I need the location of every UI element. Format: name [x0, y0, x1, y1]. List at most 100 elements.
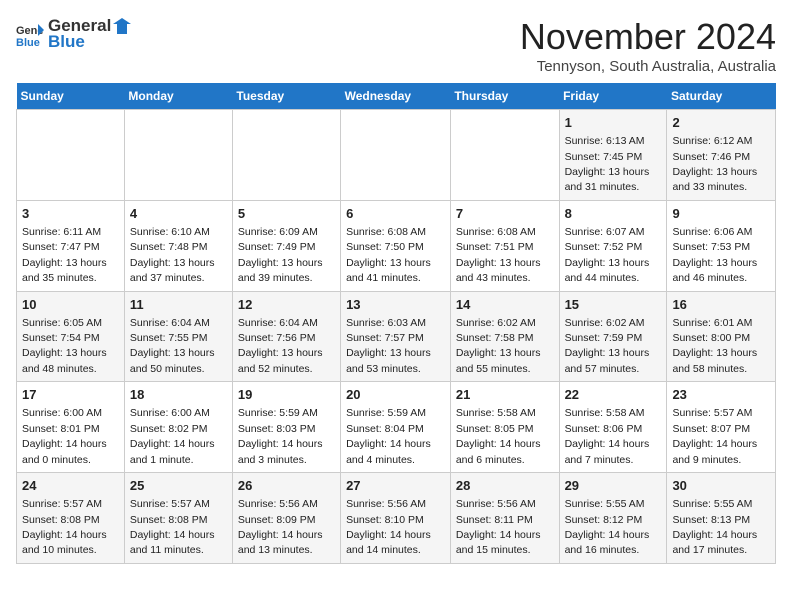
day-cell: 24 Sunrise: 5:57 AM Sunset: 8:08 PM Dayli…	[17, 473, 125, 564]
day-cell	[232, 110, 340, 201]
day-info: Sunrise: 6:07 AM Sunset: 7:52 PM Dayligh…	[565, 226, 650, 284]
day-info: Sunrise: 6:02 AM Sunset: 7:58 PM Dayligh…	[456, 317, 541, 375]
day-info: Sunrise: 6:06 AM Sunset: 7:53 PM Dayligh…	[672, 226, 757, 284]
day-cell: 8 Sunrise: 6:07 AM Sunset: 7:52 PM Daylig…	[559, 200, 667, 291]
logo-bird-icon	[113, 16, 131, 36]
day-number: 5	[238, 205, 335, 223]
day-info: Sunrise: 6:02 AM Sunset: 7:59 PM Dayligh…	[565, 317, 650, 375]
day-cell: 22 Sunrise: 5:58 AM Sunset: 8:06 PM Dayli…	[559, 382, 667, 473]
svg-text:Blue: Blue	[16, 37, 40, 48]
day-info: Sunrise: 5:58 AM Sunset: 8:06 PM Dayligh…	[565, 407, 650, 465]
week-row-1: 1 Sunrise: 6:13 AM Sunset: 7:45 PM Daylig…	[17, 110, 776, 201]
day-number: 6	[346, 205, 445, 223]
day-number: 15	[565, 296, 662, 314]
day-number: 28	[456, 477, 554, 495]
day-info: Sunrise: 6:00 AM Sunset: 8:02 PM Dayligh…	[130, 407, 215, 465]
week-row-3: 10 Sunrise: 6:05 AM Sunset: 7:54 PM Dayli…	[17, 291, 776, 382]
day-number: 2	[672, 114, 770, 132]
day-info: Sunrise: 5:57 AM Sunset: 8:07 PM Dayligh…	[672, 407, 757, 465]
weekday-header-sunday: Sunday	[17, 83, 125, 110]
day-number: 30	[672, 477, 770, 495]
day-number: 4	[130, 205, 227, 223]
day-cell	[124, 110, 232, 201]
day-cell: 4Sunrise: 6:10 AM Sunset: 7:48 PM Daylig…	[124, 200, 232, 291]
day-number: 13	[346, 296, 445, 314]
day-cell: 18 Sunrise: 6:00 AM Sunset: 8:02 PM Dayli…	[124, 382, 232, 473]
day-number: 21	[456, 386, 554, 404]
day-number: 7	[456, 205, 554, 223]
week-row-2: 3 Sunrise: 6:11 AM Sunset: 7:47 PM Daylig…	[17, 200, 776, 291]
day-number: 19	[238, 386, 335, 404]
day-cell: 30 Sunrise: 5:55 AM Sunset: 8:13 PM Dayli…	[667, 473, 776, 564]
day-info: Sunrise: 5:55 AM Sunset: 8:13 PM Dayligh…	[672, 498, 757, 556]
day-cell: 29 Sunrise: 5:55 AM Sunset: 8:12 PM Dayli…	[559, 473, 667, 564]
day-number: 16	[672, 296, 770, 314]
day-cell: 10 Sunrise: 6:05 AM Sunset: 7:54 PM Dayli…	[17, 291, 125, 382]
day-info: Sunrise: 5:55 AM Sunset: 8:12 PM Dayligh…	[565, 498, 650, 556]
day-cell: 27 Sunrise: 5:56 AM Sunset: 8:10 PM Dayli…	[341, 473, 451, 564]
weekday-header-row: SundayMondayTuesdayWednesdayThursdayFrid…	[17, 83, 776, 110]
day-cell: 7 Sunrise: 6:08 AM Sunset: 7:51 PM Daylig…	[450, 200, 559, 291]
day-info: Sunrise: 6:12 AM Sunset: 7:46 PM Dayligh…	[672, 135, 757, 193]
day-number: 18	[130, 386, 227, 404]
day-number: 14	[456, 296, 554, 314]
page-header: General Blue General Blue November 2024 …	[16, 16, 776, 75]
day-info: Sunrise: 6:04 AM Sunset: 7:56 PM Dayligh…	[238, 317, 323, 375]
month-title: November 2024	[520, 16, 776, 58]
week-row-4: 17 Sunrise: 6:00 AM Sunset: 8:01 PM Dayli…	[17, 382, 776, 473]
day-info: Sunrise: 6:09 AM Sunset: 7:49 PM Dayligh…	[238, 226, 323, 284]
day-number: 27	[346, 477, 445, 495]
day-number: 17	[22, 386, 119, 404]
day-number: 29	[565, 477, 662, 495]
weekday-header-thursday: Thursday	[450, 83, 559, 110]
weekday-header-tuesday: Tuesday	[232, 83, 340, 110]
day-info: Sunrise: 6:00 AM Sunset: 8:01 PM Dayligh…	[22, 407, 107, 465]
location: Tennyson, South Australia, Australia	[520, 58, 776, 75]
day-info: Sunrise: 6:13 AM Sunset: 7:45 PM Dayligh…	[565, 135, 650, 193]
day-cell: 13 Sunrise: 6:03 AM Sunset: 7:57 PM Dayli…	[341, 291, 451, 382]
day-cell: 3 Sunrise: 6:11 AM Sunset: 7:47 PM Daylig…	[17, 200, 125, 291]
day-cell	[450, 110, 559, 201]
weekday-header-wednesday: Wednesday	[341, 83, 451, 110]
day-cell: 23Sunrise: 5:57 AM Sunset: 8:07 PM Dayli…	[667, 382, 776, 473]
day-info: Sunrise: 5:59 AM Sunset: 8:03 PM Dayligh…	[238, 407, 323, 465]
day-number: 26	[238, 477, 335, 495]
day-number: 3	[22, 205, 119, 223]
weekday-header-friday: Friday	[559, 83, 667, 110]
day-number: 9	[672, 205, 770, 223]
day-info: Sunrise: 5:56 AM Sunset: 8:09 PM Dayligh…	[238, 498, 323, 556]
day-info: Sunrise: 5:57 AM Sunset: 8:08 PM Dayligh…	[130, 498, 215, 556]
day-number: 8	[565, 205, 662, 223]
day-cell: 9 Sunrise: 6:06 AM Sunset: 7:53 PM Daylig…	[667, 200, 776, 291]
day-info: Sunrise: 6:08 AM Sunset: 7:50 PM Dayligh…	[346, 226, 431, 284]
day-number: 1	[565, 114, 662, 132]
day-cell	[341, 110, 451, 201]
day-cell: 26 Sunrise: 5:56 AM Sunset: 8:09 PM Dayli…	[232, 473, 340, 564]
weekday-header-saturday: Saturday	[667, 83, 776, 110]
day-number: 12	[238, 296, 335, 314]
day-info: Sunrise: 6:11 AM Sunset: 7:47 PM Dayligh…	[22, 226, 107, 284]
day-info: Sunrise: 5:56 AM Sunset: 8:11 PM Dayligh…	[456, 498, 541, 556]
day-cell: 12 Sunrise: 6:04 AM Sunset: 7:56 PM Dayli…	[232, 291, 340, 382]
day-cell: 15 Sunrise: 6:02 AM Sunset: 7:59 PM Dayli…	[559, 291, 667, 382]
day-number: 22	[565, 386, 662, 404]
day-number: 10	[22, 296, 119, 314]
day-number: 24	[22, 477, 119, 495]
day-cell: 14 Sunrise: 6:02 AM Sunset: 7:58 PM Dayli…	[450, 291, 559, 382]
day-cell: 16Sunrise: 6:01 AM Sunset: 8:00 PM Dayli…	[667, 291, 776, 382]
day-info: Sunrise: 5:58 AM Sunset: 8:05 PM Dayligh…	[456, 407, 541, 465]
day-info: Sunrise: 6:08 AM Sunset: 7:51 PM Dayligh…	[456, 226, 541, 284]
day-info: Sunrise: 5:56 AM Sunset: 8:10 PM Dayligh…	[346, 498, 431, 556]
day-info: Sunrise: 5:57 AM Sunset: 8:08 PM Dayligh…	[22, 498, 107, 556]
day-info: Sunrise: 6:04 AM Sunset: 7:55 PM Dayligh…	[130, 317, 215, 375]
logo: General Blue General Blue	[16, 16, 131, 52]
day-cell	[17, 110, 125, 201]
day-cell: 11Sunrise: 6:04 AM Sunset: 7:55 PM Dayli…	[124, 291, 232, 382]
day-info: Sunrise: 6:05 AM Sunset: 7:54 PM Dayligh…	[22, 317, 107, 375]
day-number: 25	[130, 477, 227, 495]
day-number: 20	[346, 386, 445, 404]
weekday-header-monday: Monday	[124, 83, 232, 110]
day-info: Sunrise: 5:59 AM Sunset: 8:04 PM Dayligh…	[346, 407, 431, 465]
day-cell: 19 Sunrise: 5:59 AM Sunset: 8:03 PM Dayli…	[232, 382, 340, 473]
day-info: Sunrise: 6:03 AM Sunset: 7:57 PM Dayligh…	[346, 317, 431, 375]
